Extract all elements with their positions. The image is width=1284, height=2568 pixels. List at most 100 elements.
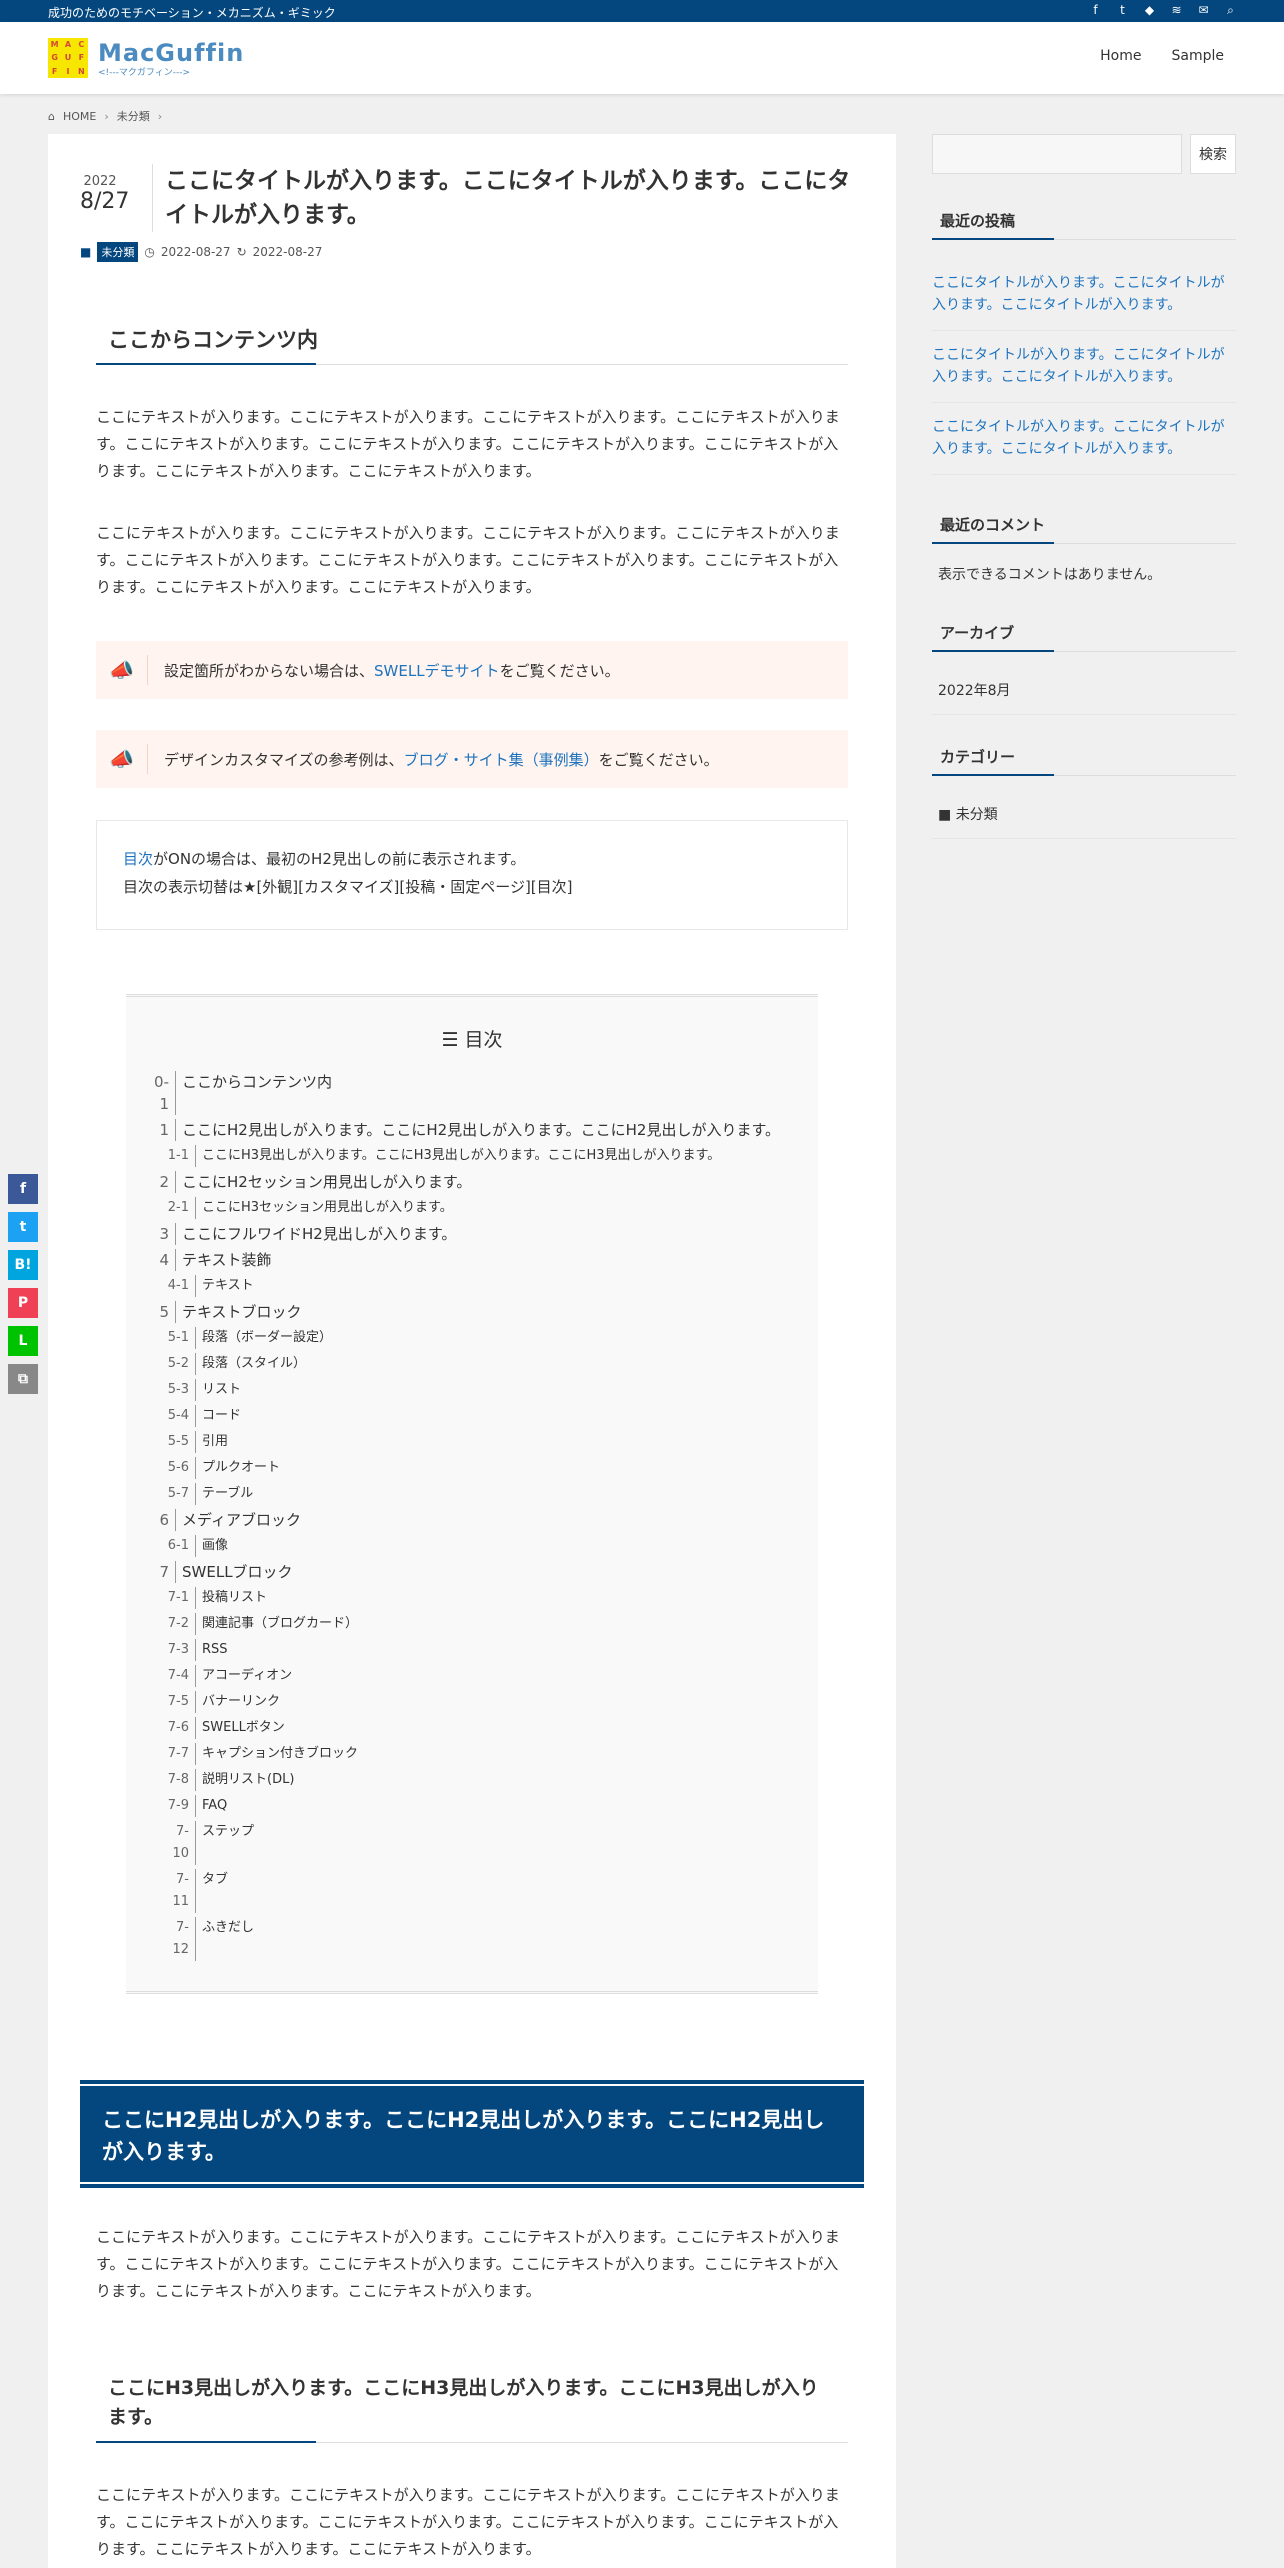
toc-item-label: ここにH3見出しが入ります。ここにH3見出しが入ります。ここにH3見出しが入りま… <box>202 1148 721 1163</box>
recent-post-link[interactable]: ここにタイトルが入ります。ここにタイトルが入ります。ここにタイトルが入ります。 <box>932 344 1236 403</box>
toc-item[interactable]: 4-1 テキスト <box>146 1275 786 1297</box>
logo-letter: N <box>77 66 85 76</box>
toc-item[interactable]: 5-3 リスト <box>146 1379 786 1401</box>
toc-item-label: アコーディオン <box>202 1668 293 1683</box>
toc-item[interactable]: 5-6 プルクオート <box>146 1457 786 1479</box>
widget-title-comments: 最近のコメント <box>932 514 1236 544</box>
cap-text: デザインカスタマイズの参考例は、ブログ・サイト集（事例集）をご覧ください。 <box>164 749 719 770</box>
toc-item-label: 画像 <box>202 1538 229 1553</box>
toc-item-label: 引用 <box>202 1434 229 1449</box>
mail-icon[interactable]: ✉ <box>1196 3 1211 18</box>
category-badge[interactable]: 未分類 <box>97 242 139 262</box>
category-item[interactable]: ■ 未分類 <box>932 804 1236 839</box>
toc-item[interactable]: 5-5 引用 <box>146 1431 786 1453</box>
post-year: 2022 <box>83 174 117 189</box>
toc-item[interactable]: 7-10 ステップ <box>146 1821 786 1865</box>
archive-item[interactable]: 2022年8月 <box>932 680 1236 715</box>
toc-item[interactable]: 7-3 RSS <box>146 1639 786 1661</box>
paragraph: ここにテキストが入ります。ここにテキストが入ります。ここにテキストが入ります。こ… <box>96 408 840 480</box>
nav-home[interactable]: Home <box>1100 48 1141 64</box>
toc-link[interactable]: 目次 <box>123 850 153 868</box>
share-line-icon[interactable]: L <box>8 1326 38 1356</box>
recent-post-link[interactable]: ここにタイトルが入ります。ここにタイトルが入ります。ここにタイトルが入ります。 <box>932 416 1236 475</box>
toc-item-label: 説明リスト(DL) <box>202 1772 295 1787</box>
post-meta: ■ 未分類 ◷ 2022-08-27 ↻ 2022-08-27 <box>80 242 322 262</box>
site-logo[interactable]: M A C G U F F I N MacGuffin <!---マクガフィン-… <box>48 38 244 78</box>
toc-item[interactable]: 5-1 段落（ボーダー設定） <box>146 1327 786 1349</box>
toc-item[interactable]: 1-1 ここにH3見出しが入ります。ここにH3見出しが入ります。ここにH3見出しが… <box>146 1145 786 1167</box>
toc-item[interactable]: 7-7 キャプション付きブロック <box>146 1743 786 1765</box>
cap-text-pre: デザインカスタマイズの参考例は、 <box>164 750 404 769</box>
breadcrumb-category[interactable]: 未分類 <box>117 108 150 124</box>
note-line: 目次がONの場合は、最初のH2見出しの前に表示されます。 <box>123 845 821 873</box>
recent-post-link[interactable]: ここにタイトルが入ります。ここにタイトルが入ります。ここにタイトルが入ります。 <box>932 272 1236 331</box>
share-hatena-icon[interactable]: B! <box>8 1250 38 1280</box>
toc-item-label: コード <box>202 1408 242 1423</box>
toc-item[interactable]: 5-7 テーブル <box>146 1483 786 1505</box>
toc-item[interactable]: 7-5 バナーリンク <box>146 1691 786 1713</box>
toc-item[interactable]: 3 ここにフルワイドH2見出しが入ります。 <box>146 1223 786 1245</box>
toc-item[interactable]: 7-1 投稿リスト <box>146 1587 786 1609</box>
toc-list: 0-1 ここからコンテンツ内 1 ここにH2見出しが入ります。ここにH2見出しが入りま… <box>146 1067 786 1961</box>
toc-item[interactable]: 5-4 コード <box>146 1405 786 1427</box>
logo-letter: F <box>78 53 85 63</box>
logo-letter: F <box>51 66 58 76</box>
nav-sample[interactable]: Sample <box>1172 48 1225 64</box>
logo-letter: C <box>78 40 85 49</box>
breadcrumb-home[interactable]: HOME <box>63 110 96 123</box>
toc-item[interactable]: 1 ここにH2見出しが入ります。ここにH2見出しが入ります。ここにH2見出しが入り… <box>146 1119 786 1141</box>
toc-item-number: 6 <box>146 1509 176 1531</box>
toc-item[interactable]: 7-8 説明リスト(DL) <box>146 1769 786 1791</box>
toc-item[interactable]: 2-1 ここにH3セッション用見出しが入ります。 <box>146 1197 786 1219</box>
toc-item[interactable]: 2 ここにH2セッション用見出しが入ります。 <box>146 1171 786 1193</box>
demo-site-link[interactable]: SWELLデモサイト <box>374 662 500 680</box>
toc-item[interactable]: 0-1 ここからコンテンツ内 <box>146 1071 786 1115</box>
examples-link[interactable]: ブログ・サイト集（事例集） <box>404 751 599 769</box>
facebook-icon[interactable]: f <box>1088 3 1103 18</box>
site-tagline: 成功のためのモチベーション・メカニズム・ギミック <box>48 6 336 20</box>
toc-item-number: 7-4 <box>160 1665 196 1687</box>
twitter-icon[interactable]: t <box>1115 3 1130 18</box>
toc-item[interactable]: 6-1 画像 <box>146 1535 786 1557</box>
no-comments-text: 表示できるコメントはありません。 <box>938 567 1162 583</box>
clock-icon: ◷ <box>144 245 155 259</box>
note-line: 目次の表示切替は★[外観][カスタマイズ][投稿・固定ページ][目次] <box>123 878 573 896</box>
toc-item[interactable]: 7-9 FAQ <box>146 1795 786 1817</box>
toc-item-number: 5-2 <box>160 1353 196 1375</box>
share-pocket-icon[interactable]: P <box>8 1288 38 1318</box>
toc-item-label: テキスト <box>202 1278 254 1293</box>
copy-link-icon[interactable]: ⧉ <box>8 1364 38 1394</box>
search-input[interactable] <box>932 134 1182 174</box>
search-button[interactable]: 検索 <box>1190 134 1236 174</box>
toc-item[interactable]: 7 SWELLブロック <box>146 1561 786 1583</box>
toc-item-number: 3 <box>146 1223 176 1245</box>
toc-item[interactable]: 7-6 SWELLボタン <box>146 1717 786 1739</box>
toc-item[interactable]: 5-2 段落（スタイル） <box>146 1353 786 1375</box>
search-icon[interactable]: ⌕ <box>1223 3 1238 18</box>
cap-text-pre: 設定箇所がわからない場合は、 <box>164 661 375 680</box>
toc-item[interactable]: 6 メディアブロック <box>146 1509 786 1531</box>
toc-item[interactable]: 4 テキスト装飾 <box>146 1249 786 1271</box>
toc-item-number: 6-1 <box>160 1535 196 1557</box>
share-facebook-icon[interactable]: f <box>8 1174 38 1204</box>
toc-item[interactable]: 7-4 アコーディオン <box>146 1665 786 1687</box>
toc-item[interactable]: 7-12 ふきだし <box>146 1917 786 1961</box>
content-heading: ここからコンテンツ内 <box>96 324 848 365</box>
top-bar: 成功のためのモチベーション・メカニズム・ギミック f t ◆ ≋ ✉ ⌕ <box>0 0 1284 22</box>
toc-item[interactable]: 7-2 関連記事（ブログカード） <box>146 1613 786 1635</box>
feedly-icon[interactable]: ◆ <box>1142 3 1157 18</box>
toc-item-label: 段落（ボーダー設定） <box>202 1330 333 1345</box>
share-buttons: f t B! P L ⧉ <box>8 1174 38 1394</box>
toc-item-label: ここにH2見出しが入ります。ここにH2見出しが入ります。ここにH2見出しが入りま… <box>182 1121 780 1139</box>
toc-item-label: プルクオート <box>202 1460 281 1475</box>
cap-text: 設定箇所がわからない場合は、SWELLデモサイトをご覧ください。 <box>164 660 620 681</box>
widget-title-recent: 最近の投稿 <box>932 210 1236 240</box>
share-twitter-icon[interactable]: t <box>8 1212 38 1242</box>
toc-item-number: 7-5 <box>160 1691 196 1713</box>
article-main: 2022 8/27 ここにタイトルが入ります。ここにタイトルが入ります。ここにタ… <box>48 134 896 2568</box>
toc-item-label: SWELLボタン <box>202 1720 285 1735</box>
rss-icon[interactable]: ≋ <box>1169 3 1184 18</box>
toc-item[interactable]: 5 テキストブロック <box>146 1301 786 1323</box>
toc-item[interactable]: 7-11 タブ <box>146 1869 786 1913</box>
toc-item-number: 1-1 <box>160 1145 196 1167</box>
